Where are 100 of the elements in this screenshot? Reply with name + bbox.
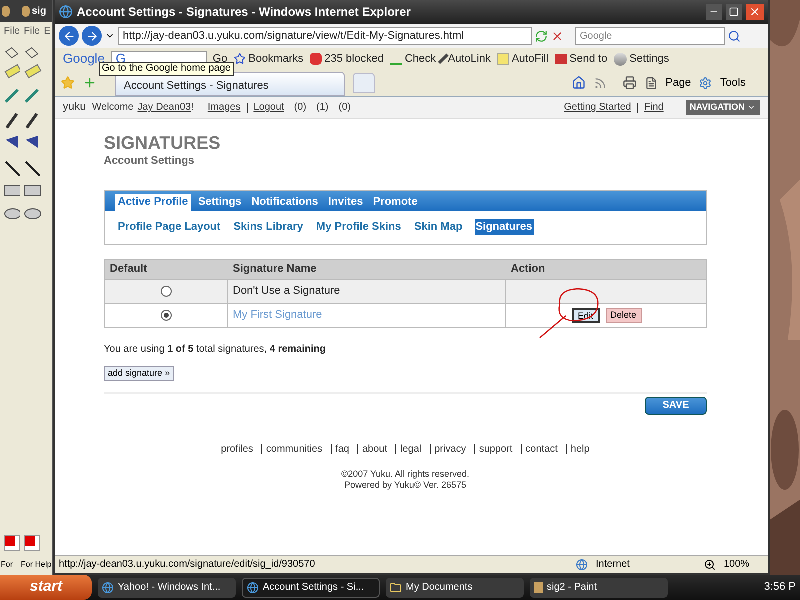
toolbar-button[interactable]: Send to xyxy=(570,50,608,68)
search-icon[interactable] xyxy=(728,30,741,42)
folder-icon xyxy=(390,582,402,594)
zoom-icon xyxy=(704,558,716,570)
window-title: sig xyxy=(32,4,46,18)
footer-link[interactable]: legal xyxy=(400,442,422,456)
page-subtitle: Account Settings xyxy=(104,154,196,169)
taskbar-button[interactable]: Yahoo! - Windows Int... xyxy=(98,578,236,598)
globe-icon xyxy=(247,582,259,594)
footer-link[interactable]: help xyxy=(570,442,590,456)
radio-button[interactable] xyxy=(160,310,172,320)
menu-item[interactable]: E xyxy=(44,24,51,38)
print-icon[interactable] xyxy=(622,76,637,90)
user-link[interactable]: Jay Dean03 xyxy=(138,100,192,115)
address-field[interactable]: http://jay-dean03.u.yuku.com/signature/view/t/Edit-My-Signatures.html xyxy=(118,27,532,45)
copyright-text: ©2007 Yuku. All rights reserved. xyxy=(341,468,470,480)
logout-link[interactable]: Logout xyxy=(254,100,284,115)
arrow-right-icon xyxy=(86,30,98,42)
caret-icon xyxy=(747,103,756,112)
counter[interactable]: (0) xyxy=(294,100,307,115)
sub-tab[interactable]: Skins Library xyxy=(232,218,304,236)
zone-text: Internet xyxy=(596,558,631,572)
close-button[interactable] xyxy=(746,4,764,20)
copyright-text: Powered by Yuku© Ver. 26575 xyxy=(344,480,467,490)
images-link[interactable]: Images xyxy=(208,100,241,115)
feed-icon[interactable] xyxy=(594,76,607,90)
tab[interactable]: Invites xyxy=(325,194,366,210)
tab[interactable]: Notifications xyxy=(248,194,322,210)
footer-link[interactable]: privacy xyxy=(434,442,466,456)
toolbar-button[interactable]: AutoLink xyxy=(448,50,491,68)
home-icon[interactable] xyxy=(572,76,586,90)
clock: 3:56 P xyxy=(764,580,797,596)
footer-link[interactable]: communities xyxy=(266,442,323,456)
tab[interactable]: Promote xyxy=(370,194,421,210)
stop-icon[interactable] xyxy=(551,30,564,42)
taskbar-button[interactable]: My Documents xyxy=(386,578,524,598)
tab[interactable]: Active Profile xyxy=(115,194,192,210)
toolbar-button[interactable]: Check xyxy=(404,50,436,68)
status-url: http://jay-dean03.u.yuku.com/signature/edit/sig_id/930570 xyxy=(59,558,316,572)
sub-tab[interactable]: Profile Page Layout xyxy=(117,218,222,236)
radio-button[interactable] xyxy=(160,286,172,296)
search-field[interactable]: Google xyxy=(575,27,725,45)
window-title: Account Settings - Signatures - Windows Internet Explorer xyxy=(77,4,412,21)
footer-link[interactable]: about xyxy=(362,442,388,456)
minimize-button[interactable] xyxy=(706,4,722,20)
zoom-level[interactable]: 100% xyxy=(724,557,764,572)
color-box xyxy=(4,535,20,551)
getting-started-link[interactable]: Getting Started xyxy=(564,100,632,115)
sub-tab[interactable]: Signatures xyxy=(474,218,534,236)
color-box xyxy=(24,535,40,551)
tooltip: Go to the Google home page xyxy=(99,62,234,76)
maximize-icon xyxy=(729,7,739,17)
add-signature-button[interactable]: add signature » xyxy=(104,366,174,380)
globe-icon xyxy=(576,558,588,570)
page-title: SIGNATURES xyxy=(104,133,222,153)
navigation-button[interactable]: NAVIGATION xyxy=(686,100,760,115)
maximize-button[interactable] xyxy=(726,4,742,20)
toolbar-button[interactable]: Bookmarks xyxy=(248,50,304,68)
column-header: Action xyxy=(510,262,546,277)
sub-tab[interactable]: My Profile Skins xyxy=(315,218,402,236)
page-icon xyxy=(644,76,658,90)
column-header: Default xyxy=(109,262,148,277)
arrow-left-icon xyxy=(62,30,76,42)
close-icon xyxy=(749,6,761,18)
forward-button[interactable] xyxy=(82,26,102,46)
footer-link[interactable]: contact xyxy=(526,442,558,456)
back-button[interactable] xyxy=(59,26,79,46)
star-icon xyxy=(234,53,246,65)
globe-icon xyxy=(102,582,114,594)
footer-link[interactable]: profiles xyxy=(221,442,254,456)
sub-tab[interactable]: Skin Map xyxy=(413,218,464,236)
toolbar-button[interactable]: 235 blocked xyxy=(324,50,384,68)
page-menu[interactable]: Page xyxy=(666,74,692,92)
settings-icon xyxy=(699,76,712,90)
counter[interactable]: (1) xyxy=(316,100,329,115)
menu-item[interactable]: File xyxy=(4,24,20,38)
exclamation-text: ! xyxy=(191,101,194,115)
signature-name: Don't Use a Signature xyxy=(233,284,340,299)
toolbar-button[interactable]: Settings xyxy=(630,50,670,68)
refresh-icon[interactable] xyxy=(535,30,548,42)
tab[interactable]: Settings xyxy=(195,194,245,210)
menu-item[interactable]: File xyxy=(24,24,40,38)
usage-text: You are using 1 of 5 total signatures, 4 remaining xyxy=(104,342,327,356)
toolbar-button[interactable]: AutoFill xyxy=(512,50,549,68)
browser-tab[interactable]: Account Settings - Signatures xyxy=(115,72,345,96)
footer-link[interactable]: support xyxy=(479,442,513,456)
find-link[interactable]: Find xyxy=(644,100,664,115)
status-text: For xyxy=(0,559,13,571)
taskbar-button[interactable]: Account Settings - Si... xyxy=(242,578,380,598)
counter[interactable]: (0) xyxy=(338,100,351,115)
taskbar-button[interactable]: sig2 - Paint xyxy=(530,578,668,598)
save-button[interactable]: SAVE xyxy=(645,396,707,414)
footer-link[interactable]: faq xyxy=(336,442,350,456)
delete-button[interactable]: Delete xyxy=(606,308,642,322)
tools-menu[interactable]: Tools xyxy=(720,74,746,92)
status-text: For Help xyxy=(20,559,52,571)
column-header: Signature Name xyxy=(232,262,318,277)
welcome-text: Welcome xyxy=(92,101,134,115)
site-logo[interactable]: yuku xyxy=(63,99,86,116)
start-button[interactable]: start xyxy=(0,575,92,600)
